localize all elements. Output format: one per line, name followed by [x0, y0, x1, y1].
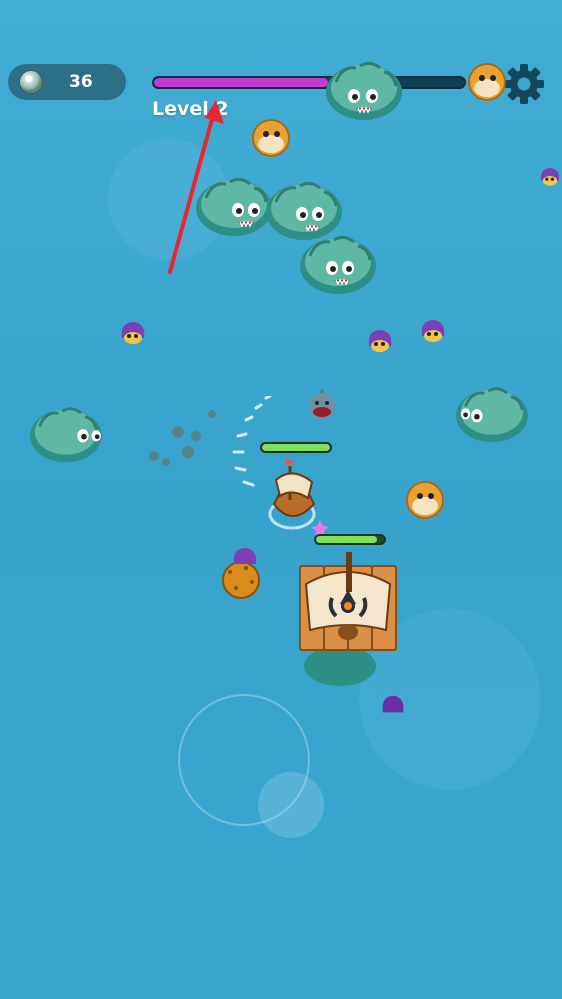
- pearl-icon: [19, 70, 43, 94]
- xp-progress-bar: [152, 76, 466, 89]
- pufferfish: [406, 481, 444, 519]
- crab-monster: [326, 61, 402, 120]
- crab-monster: [30, 407, 102, 463]
- raft-health-fill: [316, 536, 378, 543]
- purple-critter: [382, 695, 404, 713]
- player-ship: [232, 396, 329, 536]
- pearl-counter: 36: [8, 64, 126, 100]
- crab-monster: [456, 387, 528, 443]
- purple-critter: [541, 168, 560, 186]
- purple-critter: [121, 322, 145, 344]
- raft-health-bar: [314, 534, 386, 545]
- xp-progress-fill: [154, 78, 328, 87]
- purple-critter: [233, 548, 257, 564]
- pufferfish: [252, 119, 290, 157]
- pufferfish: [468, 63, 506, 101]
- raft-turret: [299, 552, 397, 686]
- ink-splatter: [149, 410, 216, 466]
- joystick-knob[interactable]: [258, 772, 324, 838]
- purple-critter: [421, 320, 445, 342]
- level-label: Level 2: [152, 98, 229, 120]
- pearl-count: 36: [69, 72, 93, 92]
- purple-critter: [368, 330, 392, 352]
- crab-monster: [300, 235, 376, 294]
